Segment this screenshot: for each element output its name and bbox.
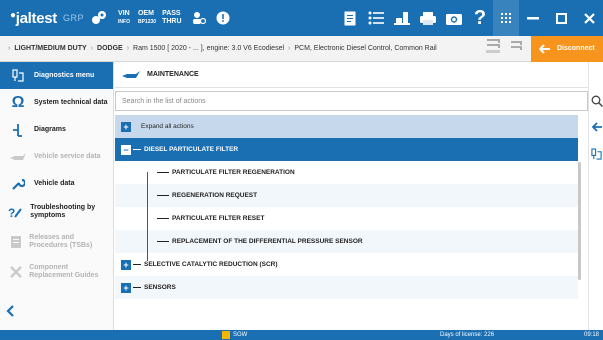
main-panel: MAINTENANCE Search in the list of action… [115,62,588,330]
tree-category-sensors[interactable]: + SENSORS [115,276,588,299]
maximize-button[interactable] [547,0,575,36]
test-connector-icon[interactable] [485,38,503,59]
sidebar-item-diagrams[interactable]: Diagrams [0,116,113,143]
scrollbar-thumb[interactable] [578,162,581,280]
close-button[interactable] [575,0,603,36]
user-settings-icon[interactable] [192,0,206,36]
breadcrumb-item-system[interactable]: PCM, Electronic Diesel Control, Common R… [294,45,436,52]
connector-icon[interactable] [509,38,525,59]
search-icon[interactable] [591,94,603,112]
sgw-icon [222,331,230,339]
tree-category-scr[interactable]: + SELECTIVE CATALYTIC REDUCTION (SCR) [115,253,588,276]
brand-logo: ●jaltest GRP [10,9,85,27]
tree-item[interactable]: REGENERATION REQUEST [115,184,588,207]
tree-item[interactable]: PARTICULATE FILTER RESET [115,207,588,230]
sgw-status: SGW [222,330,247,340]
breadcrumb-item-category[interactable]: LIGHT/MEDIUM DUTY [14,45,86,52]
collapse-sidebar-icon[interactable] [6,304,14,320]
status-bar: SGW Days of license: 226 09:18 [0,330,603,340]
list-icon[interactable] [363,0,389,36]
sidebar-item-releases-tsbs[interactable]: Releases and Procedures (TSBs) [0,227,113,257]
minus-icon: − [121,144,131,155]
tree-category-diesel-particulate-filter[interactable]: − DIESEL PARTICULATE FILTER [115,138,588,161]
camera-icon[interactable] [441,0,467,36]
diagnostics-icon[interactable] [591,148,602,166]
garage-icon[interactable] [389,0,415,36]
top-toolbar: ●jaltest GRP VIN INFO OEM BP1230 PASS THRU [0,0,603,36]
back-arrow-icon[interactable] [591,120,603,138]
right-rail [588,62,603,330]
breadcrumb-bar: › LIGHT/MEDIUM DUTY › DODGE › Ram 1500 [… [0,35,603,62]
omega-icon: Ω [11,93,25,111]
arrow-left-icon [539,43,550,54]
wrench-icon [8,177,28,191]
minimize-button[interactable] [519,0,547,36]
oem-button[interactable]: OEM BP1230 [138,0,156,36]
sidebar-item-component-replacement[interactable]: Component Replacement Guides [0,257,113,287]
sidebar: Diagnostics menu Ω System technical data… [0,62,114,330]
troubleshooting-icon: ? [8,205,24,219]
breadcrumb-item-model[interactable]: Ram 1500 [ 2020 - ... ], engine: 3.0 V6 … [133,45,284,52]
sidebar-item-vehicle-data[interactable]: Vehicle data [0,170,113,197]
page-title: MAINTENANCE [115,62,588,88]
help-icon[interactable]: ? [467,0,493,36]
search-input[interactable]: Search in the list of actions [115,91,588,111]
actions-tree: + Expand all actions − DIESEL PARTICULAT… [115,115,588,330]
oil-can-icon [121,70,141,80]
tree-connector [147,172,148,261]
apps-grid-icon[interactable] [493,0,519,36]
license-days: Days of license: 226 [440,332,495,338]
expand-all-row[interactable]: + Expand all actions [115,115,588,138]
sidebar-item-troubleshooting[interactable]: ? Troubleshooting by symptoms [0,197,113,227]
disconnect-button[interactable]: Disconnect [531,35,603,62]
tools-icon [8,265,23,279]
report-icon[interactable] [337,0,363,36]
tree-item[interactable]: REPLACEMENT OF THE DIFFERENTIAL PRESSURE… [115,230,588,253]
pass-thru-button[interactable]: PASS THRU [162,0,181,36]
tree-item[interactable]: PARTICULATE FILTER REGENERATION [115,161,588,184]
svg-text:?: ? [8,206,15,219]
vehicle-settings-icon[interactable] [90,0,108,36]
diagram-icon [8,123,28,137]
sidebar-item-system-technical-data[interactable]: Ω System technical data [0,89,113,116]
breadcrumb: › LIGHT/MEDIUM DUTY › DODGE › Ram 1500 [… [8,45,437,52]
alert-icon[interactable] [216,0,230,36]
printer-icon[interactable] [415,0,441,36]
plus-icon: + [121,121,131,132]
vin-info-button[interactable]: VIN INFO [118,0,130,36]
plus-icon: + [121,259,131,270]
diagnostics-icon [8,68,28,83]
breadcrumb-item-brand[interactable]: DODGE [97,45,123,52]
document-icon [8,235,23,249]
sidebar-item-vehicle-service-data[interactable]: Vehicle service data [0,143,113,170]
plus-icon: + [121,282,131,293]
sidebar-item-diagnostics-menu[interactable]: Diagnostics menu [0,62,113,89]
oil-can-icon [8,152,28,162]
clock: 09:18 [583,332,599,338]
